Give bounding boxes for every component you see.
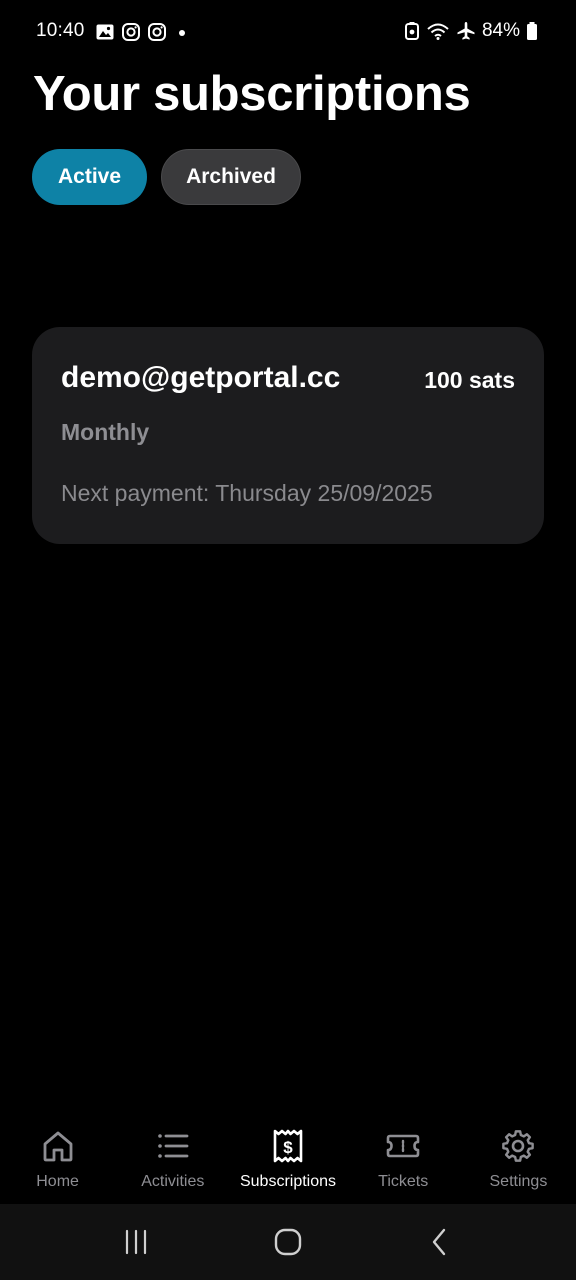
status-left-icons	[95, 22, 167, 42]
system-nav-bar	[0, 1204, 576, 1280]
ticket-icon	[385, 1128, 421, 1164]
subscription-amount: 100 sats	[424, 367, 515, 393]
gallery-icon	[95, 22, 115, 42]
subscription-card[interactable]: demo@getportal.cc 100 sats Monthly Next …	[32, 327, 544, 544]
subscription-frequency: Monthly	[61, 419, 150, 445]
status-right-icons: 84%	[404, 20, 538, 42]
airplane-icon	[456, 21, 476, 41]
nav-label-tickets: Tickets	[378, 1173, 429, 1190]
receipt-dollar-icon: $	[270, 1128, 306, 1164]
tab-archived[interactable]: Archived	[161, 149, 301, 205]
instagram-icon	[121, 22, 141, 42]
nav-item-home[interactable]: Home	[0, 1118, 115, 1204]
nav-label-settings: Settings	[489, 1173, 548, 1190]
home-icon	[40, 1128, 76, 1164]
notification-dot	[179, 30, 185, 36]
subscription-tabs: Active Archived	[32, 149, 301, 205]
nav-label-activities: Activities	[141, 1173, 205, 1190]
status-time: 10:40	[36, 20, 85, 41]
status-bar: 10:40 84%	[0, 0, 576, 64]
nav-label-subscriptions: Subscriptions	[239, 1173, 337, 1190]
battery-saver-icon	[404, 21, 420, 41]
subscription-next-payment: Next payment: Thursday 25/09/2025	[61, 480, 433, 506]
svg-text:$: $	[283, 1138, 293, 1157]
nav-item-activities[interactable]: Activities	[115, 1118, 230, 1204]
battery-icon	[526, 21, 538, 41]
battery-percent: 84%	[481, 20, 520, 41]
home-circle-icon[interactable]	[258, 1212, 318, 1272]
nav-item-subscriptions[interactable]: $ Subscriptions	[230, 1118, 345, 1204]
gear-icon	[500, 1128, 536, 1164]
wifi-icon	[426, 21, 450, 41]
nav-item-tickets[interactable]: Tickets	[346, 1118, 461, 1204]
bottom-nav: Home Activities $ Subscriptions Tickets …	[0, 1118, 576, 1204]
list-icon	[155, 1128, 191, 1164]
recents-icon[interactable]	[106, 1212, 166, 1272]
instagram-icon	[147, 22, 167, 42]
subscription-email: demo@getportal.cc	[61, 361, 341, 394]
page-title: Your subscriptions	[33, 67, 471, 121]
nav-label-home: Home	[36, 1173, 79, 1190]
back-icon[interactable]	[410, 1212, 470, 1272]
nav-item-settings[interactable]: Settings	[461, 1118, 576, 1204]
tab-active[interactable]: Active	[32, 149, 147, 205]
